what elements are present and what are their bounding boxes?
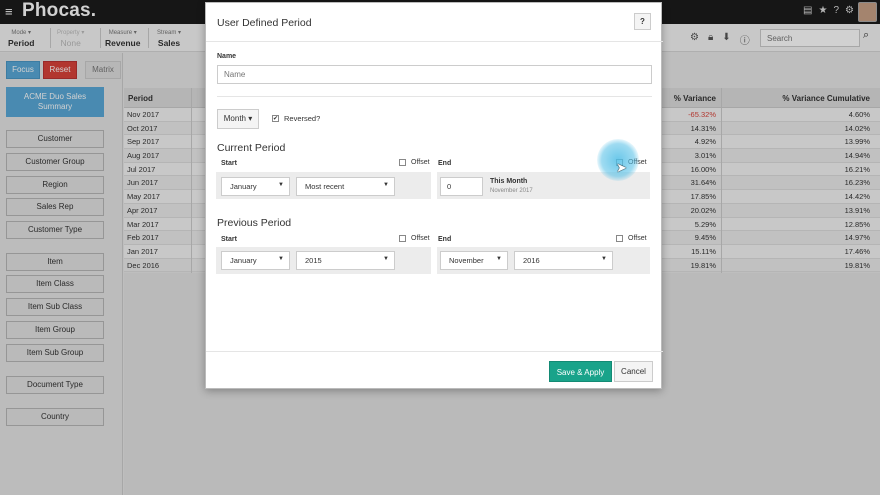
previous-start-month-select[interactable]: January ▼ (221, 251, 290, 270)
previous-end-month-value: November (449, 256, 484, 265)
current-end-offset-input[interactable]: 0 (440, 177, 483, 196)
current-start-year-value: Most recent (305, 182, 345, 191)
period-type-dropdown[interactable]: Month ▾ (217, 109, 259, 129)
previous-start-year-select[interactable]: 2015 ▼ (296, 251, 395, 270)
current-start-offset-label: Offset (411, 159, 430, 166)
help-button[interactable]: ? (634, 13, 651, 30)
previous-start-year-value: 2015 (305, 256, 322, 265)
chevron-down-icon: ▼ (383, 256, 389, 262)
previous-start-label: Start (221, 236, 237, 243)
previous-end-offset-option[interactable]: Offset (616, 235, 647, 242)
reversed-label: Reversed? (284, 114, 321, 123)
current-start-label: Start (221, 160, 237, 167)
name-label: Name (217, 53, 237, 60)
save-apply-button[interactable]: Save & Apply (549, 361, 612, 382)
cancel-button[interactable]: Cancel (614, 361, 653, 382)
previous-start-month-value: January (230, 256, 257, 265)
current-period-title: Current Period (217, 142, 286, 154)
divider (206, 351, 663, 352)
previous-end-month-select[interactable]: November ▼ (440, 251, 508, 270)
previous-start-offset-option[interactable]: Offset (399, 235, 430, 242)
previous-period-title: Previous Period (217, 217, 292, 229)
chevron-down-icon: ▼ (383, 182, 389, 188)
current-end-date: November 2017 (490, 188, 533, 194)
current-end-caption: This Month (490, 178, 528, 185)
reversed-checkbox[interactable]: ✔ (272, 115, 279, 122)
previous-end-year-select[interactable]: 2016 ▼ (514, 251, 613, 270)
chevron-down-icon: ▼ (601, 256, 607, 262)
current-start-month-select[interactable]: January ▼ (221, 177, 290, 196)
current-start-year-select[interactable]: Most recent ▼ (296, 177, 395, 196)
user-defined-period-dialog: User Defined Period ? Name Month ▾ ✔ Rev… (205, 2, 663, 389)
divider (217, 96, 652, 97)
previous-start-offset-checkbox[interactable] (399, 235, 406, 242)
current-start-month-value: January (230, 182, 257, 191)
name-input[interactable] (217, 65, 652, 84)
current-end-label: End (438, 160, 452, 167)
chevron-down-icon: ▼ (496, 256, 502, 262)
previous-start-offset-label: Offset (411, 235, 430, 242)
dialog-title: User Defined Period (217, 17, 312, 29)
reversed-option[interactable]: ✔ Reversed? (272, 114, 320, 123)
previous-end-label: End (438, 236, 452, 243)
previous-end-offset-checkbox[interactable] (616, 235, 623, 242)
chevron-down-icon: ▼ (278, 256, 284, 262)
previous-end-offset-label: Offset (628, 235, 647, 242)
mouse-cursor-icon: ➤ (616, 160, 627, 175)
current-start-offset-checkbox[interactable] (399, 159, 406, 166)
current-start-offset-option[interactable]: Offset (399, 159, 430, 166)
previous-end-year-value: 2016 (523, 256, 540, 265)
divider (206, 41, 663, 42)
chevron-down-icon: ▼ (278, 182, 284, 188)
